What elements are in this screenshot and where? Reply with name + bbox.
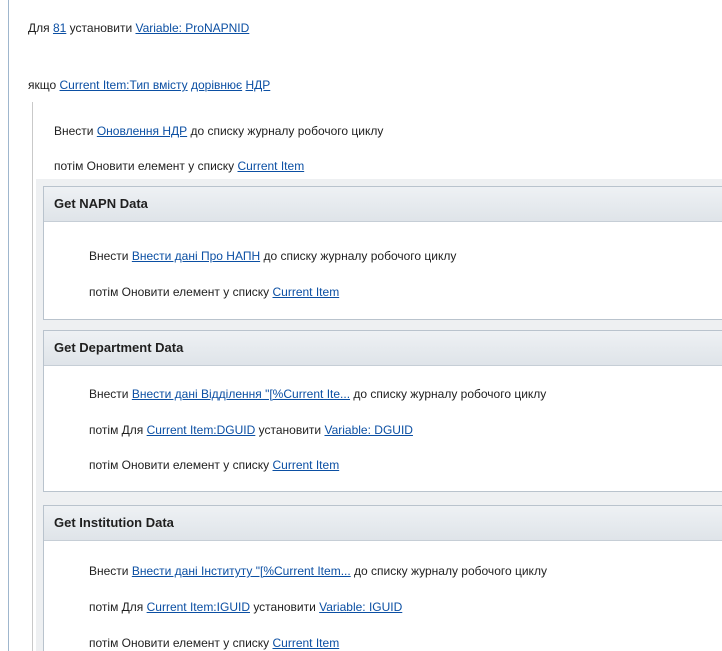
update-item-action: потім Оновити елемент у списку Current I…: [89, 457, 339, 473]
log-action: Внести Оновлення НДР до списку журналу р…: [54, 123, 383, 139]
set-variable-action: потім Для Current Item:DGUID установити …: [89, 422, 413, 438]
update-item-action: потім Оновити елемент у списку Current I…: [89, 635, 339, 651]
condition-value-link[interactable]: НДР: [245, 78, 270, 92]
value-link-81[interactable]: 81: [53, 21, 66, 35]
action-text: потім Оновити елемент у списку: [89, 636, 273, 650]
current-item-link[interactable]: Current Item: [273, 285, 340, 299]
variable-link-iguid[interactable]: Variable: IGUID: [319, 600, 402, 614]
step-get-napn-data[interactable]: Get NAPN Data Внести Внести дані Про НАП…: [43, 186, 722, 320]
action-text: до списку журналу робочого циклу: [260, 249, 457, 263]
branch-guide-line: [32, 102, 33, 651]
variable-link-pronapnid[interactable]: Variable: ProNAPNID: [135, 21, 249, 35]
action-text: установити: [255, 423, 325, 437]
set-variable-action: Для 81 установити Variable: ProNAPNID: [28, 20, 249, 36]
action-text: установити: [66, 21, 136, 35]
log-message-link[interactable]: Внести дані Про НАПН: [132, 249, 260, 263]
current-item-link[interactable]: Current Item: [273, 458, 340, 472]
log-action: Внести Внести дані Відділення "[%Current…: [89, 386, 546, 402]
field-link-dguid[interactable]: Current Item:DGUID: [147, 423, 256, 437]
field-link-iguid[interactable]: Current Item:IGUID: [147, 600, 250, 614]
condition-text: якщо: [28, 78, 60, 92]
log-action: Внести Внести дані Про НАПН до списку жу…: [89, 248, 456, 264]
step-title[interactable]: Get Institution Data: [44, 506, 722, 541]
step-get-department-data[interactable]: Get Department Data Внести Внести дані В…: [43, 330, 722, 492]
current-item-link[interactable]: Current Item: [273, 636, 340, 650]
condition-field-link[interactable]: Current Item:Тип вмісту: [60, 78, 188, 92]
action-text: Внести: [89, 387, 132, 401]
log-message-link[interactable]: Оновлення НДР: [97, 124, 187, 138]
set-variable-action: потім Для Current Item:IGUID установити …: [89, 599, 402, 615]
action-text: Для: [28, 21, 53, 35]
action-text: Внести: [89, 564, 132, 578]
action-text: потім Для: [89, 423, 147, 437]
action-text: до списку журналу робочого циклу: [187, 124, 384, 138]
condition-line: якщо Current Item:Тип вмісту дорівнює НД…: [28, 77, 270, 93]
action-text: Внести: [89, 249, 132, 263]
action-text: потім Для: [89, 600, 147, 614]
action-text: установити: [249, 600, 320, 614]
action-text: потім Оновити елемент у списку: [54, 159, 238, 173]
log-action: Внести Внести дані Інституту "[%Current …: [89, 563, 547, 579]
step-title[interactable]: Get Department Data: [44, 331, 722, 366]
step-get-institution-data[interactable]: Get Institution Data Внести Внести дані …: [43, 505, 722, 651]
update-item-action: потім Оновити елемент у списку Current I…: [89, 284, 339, 300]
condition-operator-link[interactable]: дорівнює: [191, 78, 242, 92]
workflow-designer-panel: Для 81 установити Variable: ProNAPNID як…: [8, 0, 722, 651]
log-message-link[interactable]: Внести дані Інституту "[%Current Item...: [132, 564, 351, 578]
current-item-link[interactable]: Current Item: [238, 159, 305, 173]
action-text: потім Оновити елемент у списку: [89, 458, 273, 472]
log-message-link[interactable]: Внести дані Відділення "[%Current Ite...: [132, 387, 350, 401]
action-text: Внести: [54, 124, 97, 138]
variable-link-dguid[interactable]: Variable: DGUID: [324, 423, 412, 437]
action-text: потім Оновити елемент у списку: [89, 285, 273, 299]
action-text: до списку журналу робочого циклу: [350, 564, 547, 578]
step-title[interactable]: Get NAPN Data: [44, 187, 722, 222]
update-item-action: потім Оновити елемент у списку Current I…: [54, 158, 304, 174]
action-text: до списку журналу робочого циклу: [350, 387, 547, 401]
